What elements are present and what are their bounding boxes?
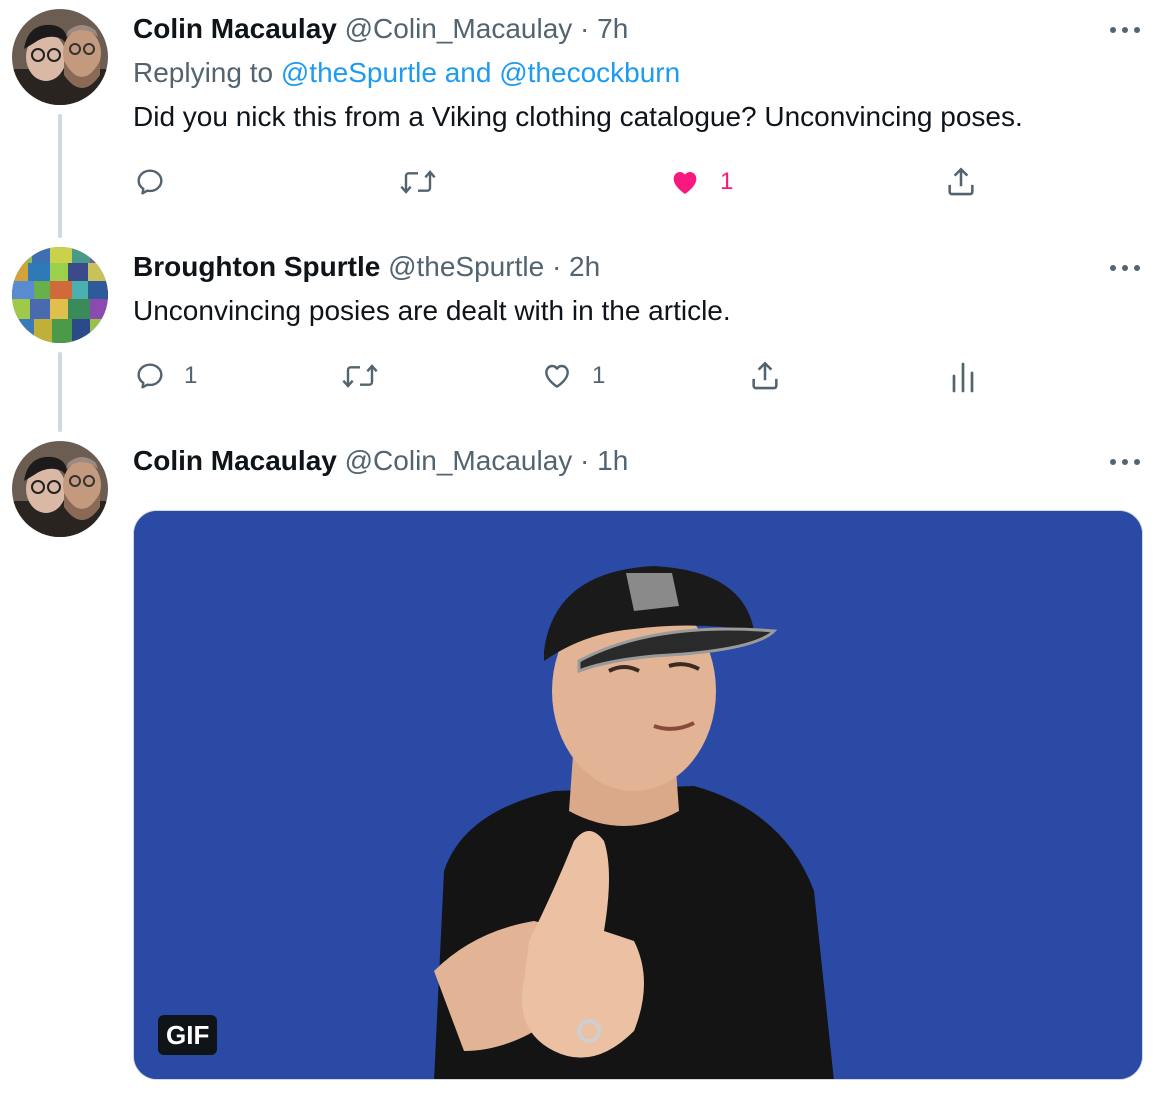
tweet-thread: Colin Macaulay @Colin_Macaulay · 7h Repl… xyxy=(0,0,1160,1094)
tweet-header: Colin Macaulay @Colin_Macaulay · 7h xyxy=(133,12,628,46)
reply-button[interactable] xyxy=(134,164,166,200)
gif-badge: GIF xyxy=(158,1015,218,1055)
avatar[interactable] xyxy=(12,9,108,105)
replying-to-label: Replying to xyxy=(133,57,274,88)
handle[interactable]: @theSpurtle xyxy=(388,251,544,282)
handle[interactable]: @Colin_Macaulay xyxy=(345,445,573,476)
more-icon[interactable] xyxy=(1110,262,1140,274)
retweet-button[interactable] xyxy=(340,358,380,394)
like-button[interactable]: 1 xyxy=(540,358,605,394)
thread-line xyxy=(58,114,62,238)
reply-icon xyxy=(137,169,163,195)
more-icon[interactable] xyxy=(1110,24,1140,36)
analytics-button[interactable] xyxy=(948,358,978,394)
tweet-text: Did you nick this from a Viking clothing… xyxy=(133,101,1023,132)
retweet-icon xyxy=(400,170,436,194)
reply-icon xyxy=(137,363,163,389)
retweet-icon xyxy=(342,364,378,388)
thread-line xyxy=(58,352,62,432)
timestamp[interactable]: · 1h xyxy=(580,445,628,476)
replying-to: Replying to @theSpurtle and @thecockburn xyxy=(133,56,680,90)
reply-button[interactable]: 1 xyxy=(134,358,197,394)
like-count: 1 xyxy=(720,168,734,195)
tweet-header: Broughton Spurtle @theSpurtle · 2h xyxy=(133,250,600,284)
tweet-header: Colin Macaulay @Colin_Macaulay · 1h xyxy=(133,444,628,478)
like-icon xyxy=(673,172,697,194)
replying-to-mentions[interactable]: @theSpurtle and @thecockburn xyxy=(281,57,680,88)
analytics-icon xyxy=(952,362,974,393)
gif-thumbnail xyxy=(134,511,1142,1079)
handle[interactable]: @Colin_Macaulay xyxy=(345,13,573,44)
gif-media[interactable]: GIF xyxy=(133,510,1143,1080)
display-name[interactable]: Broughton Spurtle xyxy=(133,251,380,282)
more-icon[interactable] xyxy=(1110,456,1140,468)
reply-count: 1 xyxy=(184,362,198,389)
avatar[interactable] xyxy=(12,441,108,537)
avatar[interactable] xyxy=(12,247,108,343)
timestamp[interactable]: · 2h xyxy=(552,251,600,282)
like-count: 1 xyxy=(592,362,606,389)
display-name[interactable]: Colin Macaulay xyxy=(133,445,337,476)
retweet-button[interactable] xyxy=(398,164,438,200)
share-icon xyxy=(948,167,974,196)
share-icon xyxy=(752,361,778,390)
tweet-text: Unconvincing posies are dealt with in th… xyxy=(133,295,731,326)
share-button[interactable] xyxy=(944,164,978,200)
like-button[interactable]: 1 xyxy=(668,164,733,200)
share-button[interactable] xyxy=(748,358,782,394)
display-name[interactable]: Colin Macaulay xyxy=(133,13,337,44)
like-icon xyxy=(545,364,569,388)
timestamp[interactable]: · 7h xyxy=(580,13,628,44)
